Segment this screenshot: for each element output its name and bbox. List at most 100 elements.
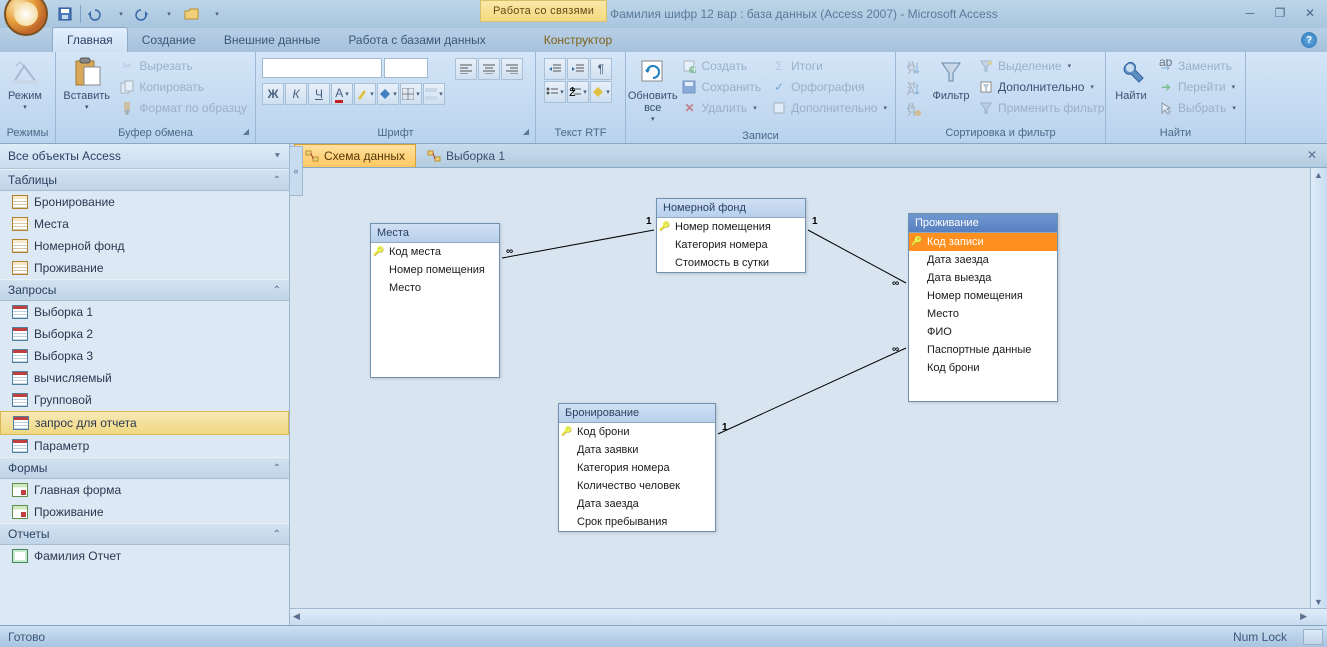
find-button[interactable]: Найти xyxy=(1110,54,1152,104)
selection-filter-button[interactable]: Выделение xyxy=(974,56,1108,76)
nav-item[interactable]: Места xyxy=(0,213,289,235)
format-painter-button[interactable]: Формат по образцу xyxy=(115,98,251,118)
relationship-table[interactable]: БронированиеКод брониДата заявкиКатегори… xyxy=(558,403,716,532)
horizontal-scrollbar[interactable] xyxy=(290,608,1327,625)
totals-button[interactable]: ΣИтоги xyxy=(767,56,891,76)
nav-group-header[interactable]: Отчеты xyxy=(0,523,289,545)
view-switch-button[interactable] xyxy=(1303,629,1323,645)
refresh-all-button[interactable]: Обновить все▾ xyxy=(630,54,675,128)
undo-icon[interactable] xyxy=(87,5,105,23)
cut-button[interactable]: ✂Вырезать xyxy=(115,56,251,76)
table-field[interactable]: Срок пребывания xyxy=(559,513,715,531)
table-field[interactable]: Дата заезда xyxy=(909,251,1057,269)
close-button[interactable]: ✕ xyxy=(1299,4,1321,22)
table-title[interactable]: Номерной фонд xyxy=(657,199,805,218)
table-field[interactable]: Дата заезда xyxy=(559,495,715,513)
redo-dropdown-icon[interactable] xyxy=(159,5,177,23)
nav-item[interactable]: Бронирование xyxy=(0,191,289,213)
table-field[interactable]: Код места xyxy=(371,243,499,261)
delete-record-button[interactable]: ✕Удалить xyxy=(677,98,765,118)
table-field[interactable]: Код брони xyxy=(559,423,715,441)
nav-header[interactable]: Все объекты Access ⯆ xyxy=(0,144,289,169)
paste-button[interactable]: Вставить▾ xyxy=(60,54,113,116)
relationship-table[interactable]: Номерной фондНомер помещенияКатегория но… xyxy=(656,198,806,273)
select-button[interactable]: Выбрать xyxy=(1154,98,1240,118)
table-field[interactable]: Дата выезда xyxy=(909,269,1057,287)
table-field[interactable]: Категория номера xyxy=(559,459,715,477)
italic-button[interactable]: К xyxy=(285,83,307,105)
bold-button[interactable]: Ж xyxy=(262,83,284,105)
align-right-button[interactable] xyxy=(501,58,523,80)
nav-item[interactable]: запрос для отчета xyxy=(0,411,289,435)
relationship-table[interactable]: МестаКод местаНомер помещенияМесто xyxy=(370,223,500,378)
table-field[interactable]: Код записи xyxy=(909,233,1057,251)
table-field[interactable]: Номер помещения xyxy=(371,261,499,279)
nav-item[interactable]: Проживание xyxy=(0,501,289,523)
table-field[interactable]: Номер помещения xyxy=(909,287,1057,305)
qat-customize-icon[interactable] xyxy=(207,5,225,23)
close-document-button[interactable]: ✕ xyxy=(1307,148,1321,162)
numbering-button[interactable]: 12 xyxy=(567,81,589,103)
table-title[interactable]: Проживание xyxy=(909,214,1057,233)
table-title[interactable]: Места xyxy=(371,224,499,243)
view-button[interactable]: Режим▾ xyxy=(4,54,46,116)
nav-group-header[interactable]: Таблицы xyxy=(0,169,289,191)
tab-database-tools[interactable]: Работа с базами данных xyxy=(334,28,499,52)
open-icon[interactable] xyxy=(183,5,201,23)
alt-row-button[interactable] xyxy=(423,83,445,105)
toggle-filter-button[interactable]: Применить фильтр xyxy=(974,98,1108,118)
table-field[interactable]: Место xyxy=(909,305,1057,323)
nav-item[interactable]: Выборка 3 xyxy=(0,345,289,367)
document-tab[interactable]: Схема данных xyxy=(294,144,416,167)
bullets-button[interactable] xyxy=(544,81,566,103)
text-dir-button[interactable]: ¶ xyxy=(590,58,612,80)
restore-button[interactable]: ❐ xyxy=(1269,4,1291,22)
sort-desc-button[interactable]: ЯА xyxy=(902,79,926,99)
advanced-filter-button[interactable]: Дополнительно xyxy=(974,77,1108,97)
tab-external-data[interactable]: Внешние данные xyxy=(210,28,335,52)
nav-item[interactable]: Проживание xyxy=(0,257,289,279)
more-records-button[interactable]: Дополнительно xyxy=(767,98,891,118)
tab-home[interactable]: Главная xyxy=(52,27,128,52)
table-field[interactable]: Стоимость в сутки xyxy=(657,254,805,272)
relationships-canvas[interactable]: ∞ 1 1 ∞ 1 ∞ МестаКод местаНомер помещени… xyxy=(290,168,1327,625)
fill-button[interactable] xyxy=(377,83,399,105)
table-field[interactable]: Количество человек xyxy=(559,477,715,495)
save-record-button[interactable]: Сохранить xyxy=(677,77,765,97)
indent-increase-button[interactable] xyxy=(567,58,589,80)
gridlines-button[interactable] xyxy=(400,83,422,105)
relationship-table[interactable]: ПроживаниеКод записиДата заездаДата выез… xyxy=(908,213,1058,402)
nav-item[interactable]: Выборка 2 xyxy=(0,323,289,345)
highlight-button[interactable] xyxy=(354,83,376,105)
document-tab[interactable]: Выборка 1 xyxy=(416,144,516,167)
tab-create[interactable]: Создание xyxy=(128,28,210,52)
nav-item[interactable]: Номерной фонд xyxy=(0,235,289,257)
table-field[interactable]: ФИО xyxy=(909,323,1057,341)
undo-dropdown-icon[interactable] xyxy=(111,5,129,23)
filter-button[interactable]: Фильтр xyxy=(930,54,972,104)
replace-button[interactable]: abЗаменить xyxy=(1154,56,1240,76)
align-left-button[interactable] xyxy=(455,58,477,80)
align-center-button[interactable] xyxy=(478,58,500,80)
redo-icon[interactable] xyxy=(135,5,153,23)
underline-button[interactable]: Ч xyxy=(308,83,330,105)
nav-group-header[interactable]: Запросы xyxy=(0,279,289,301)
nav-dropdown-icon[interactable]: ⯆ xyxy=(274,151,281,162)
nav-collapse-button[interactable]: « xyxy=(289,146,303,196)
indent-decrease-button[interactable] xyxy=(544,58,566,80)
new-record-button[interactable]: +Создать xyxy=(677,56,765,76)
help-icon[interactable]: ? xyxy=(1301,32,1317,48)
table-field[interactable]: Место xyxy=(371,279,499,297)
table-title[interactable]: Бронирование xyxy=(559,404,715,423)
nav-item[interactable]: Главная форма xyxy=(0,479,289,501)
goto-button[interactable]: ➜Перейти xyxy=(1154,77,1240,97)
save-icon[interactable] xyxy=(56,5,74,23)
nav-item[interactable]: Фамилия Отчет xyxy=(0,545,289,567)
nav-item[interactable]: Параметр xyxy=(0,435,289,457)
table-field[interactable]: Паспортные данные xyxy=(909,341,1057,359)
nav-item[interactable]: вычисляемый xyxy=(0,367,289,389)
nav-group-header[interactable]: Формы xyxy=(0,457,289,479)
spelling-button[interactable]: ✓Орфография xyxy=(767,77,891,97)
table-field[interactable]: Дата заявки xyxy=(559,441,715,459)
tab-design[interactable]: Конструктор xyxy=(530,28,626,52)
